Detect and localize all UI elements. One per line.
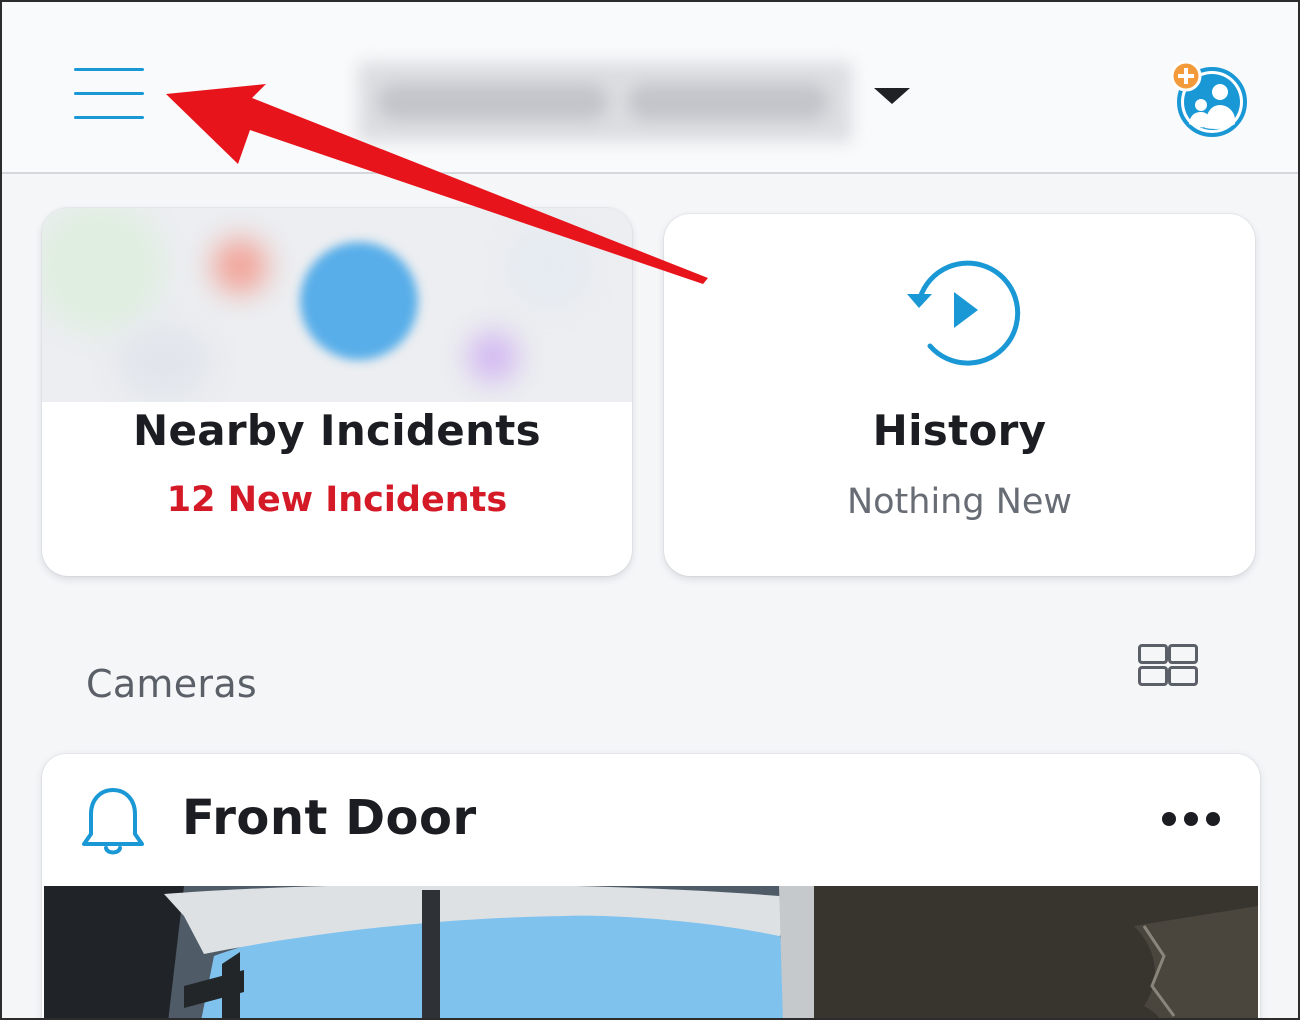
hamburger-menu-icon[interactable] <box>62 58 158 134</box>
nearby-incidents-tile[interactable]: Nearby Incidents 12 New Incidents <box>42 208 632 576</box>
history-tile[interactable]: History Nothing New <box>664 214 1255 576</box>
shared-users-add-icon[interactable] <box>1168 58 1250 140</box>
doorbell-icon <box>82 788 144 855</box>
shared-users-add-graphic <box>1170 60 1247 137</box>
camera-card[interactable]: Front Door <box>42 754 1260 1018</box>
menu-line <box>74 92 144 95</box>
more-options-icon[interactable] <box>1152 800 1232 840</box>
history-status: Nothing New <box>846 482 1073 522</box>
nearby-incidents-count: 12 New Incidents <box>166 480 508 520</box>
menu-line <box>74 116 144 119</box>
history-replay-icon <box>907 260 1021 366</box>
camera-live-preview[interactable] <box>44 886 1258 1018</box>
app-screen: Nearby Incidents 12 New Incidents Histor… <box>0 0 1300 1020</box>
menu-line <box>74 68 144 71</box>
caret-down-icon <box>874 88 910 104</box>
location-name-redacted <box>358 62 852 142</box>
camera-preview-image <box>44 886 1258 1018</box>
neighborhood-map-thumbnail <box>42 208 632 402</box>
cameras-section-title: Cameras <box>86 662 258 706</box>
top-bar <box>2 2 1298 174</box>
location-selector[interactable] <box>358 62 918 142</box>
camera-name: Front Door <box>182 790 477 846</box>
nearby-incidents-title: Nearby Incidents <box>133 406 541 455</box>
history-title: History <box>872 406 1047 455</box>
grid-view-icon[interactable] <box>1132 638 1202 688</box>
